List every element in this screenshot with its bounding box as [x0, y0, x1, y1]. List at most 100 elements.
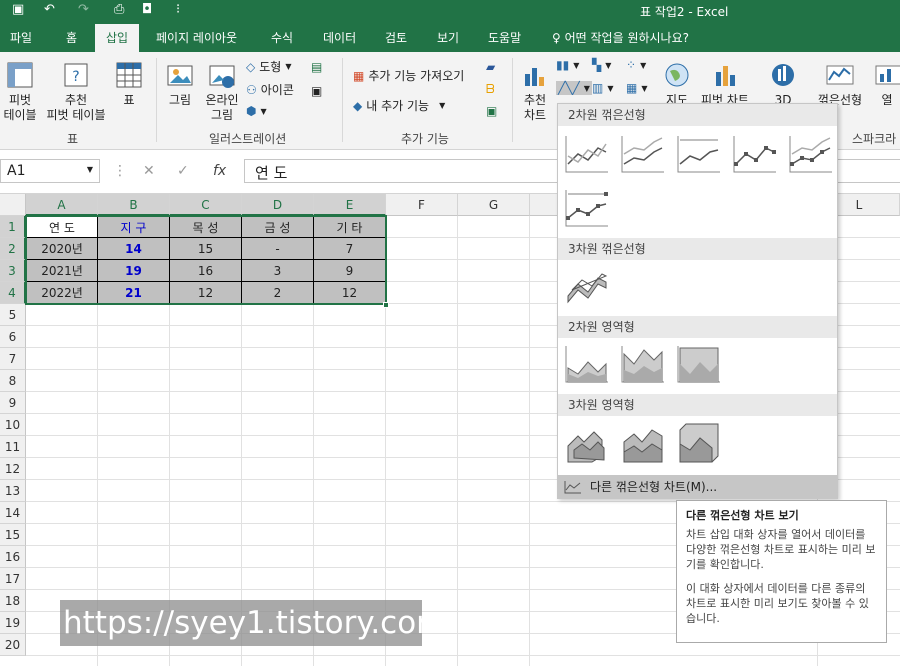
- customize-qat-icon[interactable]: ⁝: [176, 2, 180, 17]
- statistic-chart-button[interactable]: ▥ ▼: [592, 81, 614, 95]
- 100-stacked-line-markers-icon[interactable]: [564, 188, 610, 230]
- 3d-area-icon[interactable]: [564, 422, 610, 464]
- table-cell[interactable]: 14: [98, 238, 170, 260]
- column-header-f[interactable]: F: [386, 194, 458, 216]
- tab-page-layout[interactable]: 페이지 레이아웃: [156, 29, 237, 46]
- row-header[interactable]: 2: [0, 238, 26, 260]
- table-cell[interactable]: 2022년: [26, 282, 98, 304]
- tab-insert[interactable]: 삽입: [95, 24, 140, 52]
- table-cell[interactable]: -: [242, 238, 314, 260]
- scatter-chart-button[interactable]: ⁘ ▼: [626, 58, 646, 72]
- column-header-e[interactable]: E: [314, 194, 386, 216]
- column-header-c[interactable]: C: [170, 194, 242, 216]
- combo-chart-button[interactable]: ▦ ▼: [626, 81, 648, 95]
- row-header[interactable]: 15: [0, 524, 26, 546]
- pivot-table-button[interactable]: 피벗 테이블: [2, 60, 38, 123]
- 3d-line-icon[interactable]: [564, 266, 610, 308]
- shapes-button[interactable]: ◇ 도형 ▼: [246, 58, 291, 75]
- row-header[interactable]: 18: [0, 590, 26, 612]
- recommended-pivot-button[interactable]: ? 추천 피벗 테이블: [44, 60, 108, 123]
- tab-home[interactable]: 홈: [66, 29, 77, 46]
- select-all-corner[interactable]: [0, 194, 26, 216]
- table-cell[interactable]: 12: [170, 282, 242, 304]
- table-button[interactable]: 표: [112, 60, 146, 108]
- line-sparkline-button[interactable]: 꺾은선형: [814, 60, 866, 108]
- picture-button[interactable]: 그림: [163, 60, 197, 108]
- table-cell[interactable]: 15: [170, 238, 242, 260]
- row-header[interactable]: 14: [0, 502, 26, 524]
- table-cell[interactable]: 12: [314, 282, 386, 304]
- bing-maps-button[interactable]: ᗷ: [486, 82, 495, 97]
- table-cell[interactable]: 2021년: [26, 260, 98, 282]
- row-header[interactable]: 6: [0, 326, 26, 348]
- fill-handle[interactable]: [383, 302, 389, 308]
- row-header[interactable]: 19: [0, 612, 26, 634]
- table-cell[interactable]: 3: [242, 260, 314, 282]
- column-sparkline-button[interactable]: 열: [874, 60, 900, 108]
- undo-icon[interactable]: ↶: [44, 2, 55, 17]
- column-header-b[interactable]: B: [98, 194, 170, 216]
- row-header[interactable]: 20: [0, 634, 26, 656]
- save-icon[interactable]: ▣: [12, 2, 24, 17]
- stacked-area-icon[interactable]: [620, 344, 666, 386]
- maps-button[interactable]: 지도: [660, 60, 694, 108]
- table-cell[interactable]: 9: [314, 260, 386, 282]
- area-chart-icon[interactable]: [564, 344, 610, 386]
- row-header[interactable]: 8: [0, 370, 26, 392]
- 100-stacked-area-icon[interactable]: [676, 344, 722, 386]
- stacked-line-icon[interactable]: [620, 134, 666, 176]
- table-cell[interactable]: 7: [314, 238, 386, 260]
- row-header[interactable]: 11: [0, 436, 26, 458]
- more-line-charts-button[interactable]: 다른 꺾은선형 차트(M)...: [558, 475, 837, 499]
- row-header[interactable]: 4: [0, 282, 26, 304]
- cancel-icon[interactable]: ✕: [143, 163, 155, 179]
- enter-icon[interactable]: ✓: [177, 163, 189, 179]
- line-chart-button[interactable]: ╱╲╱ ▼: [556, 81, 592, 95]
- row-header[interactable]: 5: [0, 304, 26, 326]
- icons-button[interactable]: ⚇ 아이콘: [246, 81, 294, 98]
- table-header-earth[interactable]: 지 구: [98, 216, 170, 238]
- tab-review[interactable]: 검토: [385, 29, 407, 46]
- row-header[interactable]: 1: [0, 216, 26, 238]
- table-header-mars[interactable]: 목 성: [170, 216, 242, 238]
- table-header-year[interactable]: 연 도: [26, 216, 98, 238]
- table-header-other[interactable]: 기 타: [314, 216, 386, 238]
- line-with-markers-icon[interactable]: [732, 134, 778, 176]
- row-header[interactable]: 17: [0, 568, 26, 590]
- tab-data[interactable]: 데이터: [323, 29, 356, 46]
- column-header-d[interactable]: D: [242, 194, 314, 216]
- table-cell[interactable]: 2020년: [26, 238, 98, 260]
- row-header[interactable]: 16: [0, 546, 26, 568]
- row-header[interactable]: 7: [0, 348, 26, 370]
- column-header-a[interactable]: A: [26, 194, 98, 216]
- 3d-models-button[interactable]: ⬢ ▼: [246, 104, 267, 118]
- hierarchy-chart-button[interactable]: ▚ ▼: [592, 58, 611, 72]
- 3d-map-button[interactable]: 3D: [766, 60, 800, 108]
- column-header-g[interactable]: G: [458, 194, 530, 216]
- 3d-100-stacked-area-icon[interactable]: [676, 422, 722, 464]
- row-header[interactable]: 3: [0, 260, 26, 282]
- get-addins-button[interactable]: ▦ 추가 기능 가져오기: [353, 67, 464, 84]
- row-header[interactable]: 12: [0, 458, 26, 480]
- stacked-line-markers-icon[interactable]: [788, 134, 834, 176]
- tab-help[interactable]: 도움말: [488, 29, 521, 46]
- insert-function-icon[interactable]: fx: [213, 163, 226, 179]
- column-chart-button[interactable]: ▮▮ ▼: [556, 58, 579, 72]
- tell-me-box[interactable]: ♀ 어떤 작업을 원하시나요?: [552, 29, 689, 46]
- people-graph-button[interactable]: ▣: [486, 104, 497, 118]
- name-box[interactable]: A1 ▼: [0, 159, 100, 183]
- tab-view[interactable]: 보기: [437, 29, 459, 46]
- tab-file[interactable]: 파일: [10, 29, 32, 46]
- redo-icon[interactable]: ↷: [78, 2, 89, 17]
- line-chart-icon[interactable]: [564, 134, 610, 176]
- table-cell[interactable]: 2: [242, 282, 314, 304]
- 3d-stacked-area-icon[interactable]: [620, 422, 666, 464]
- 100-stacked-line-icon[interactable]: [676, 134, 722, 176]
- table-cell[interactable]: 19: [98, 260, 170, 282]
- table-header-venus[interactable]: 금 성: [242, 216, 314, 238]
- smartart-button[interactable]: ▤: [311, 60, 322, 74]
- print-preview-icon[interactable]: ⎙: [114, 2, 124, 17]
- visio-button[interactable]: ▰: [486, 60, 495, 74]
- table-cell[interactable]: 16: [170, 260, 242, 282]
- screenshot-button[interactable]: ▣: [311, 84, 322, 98]
